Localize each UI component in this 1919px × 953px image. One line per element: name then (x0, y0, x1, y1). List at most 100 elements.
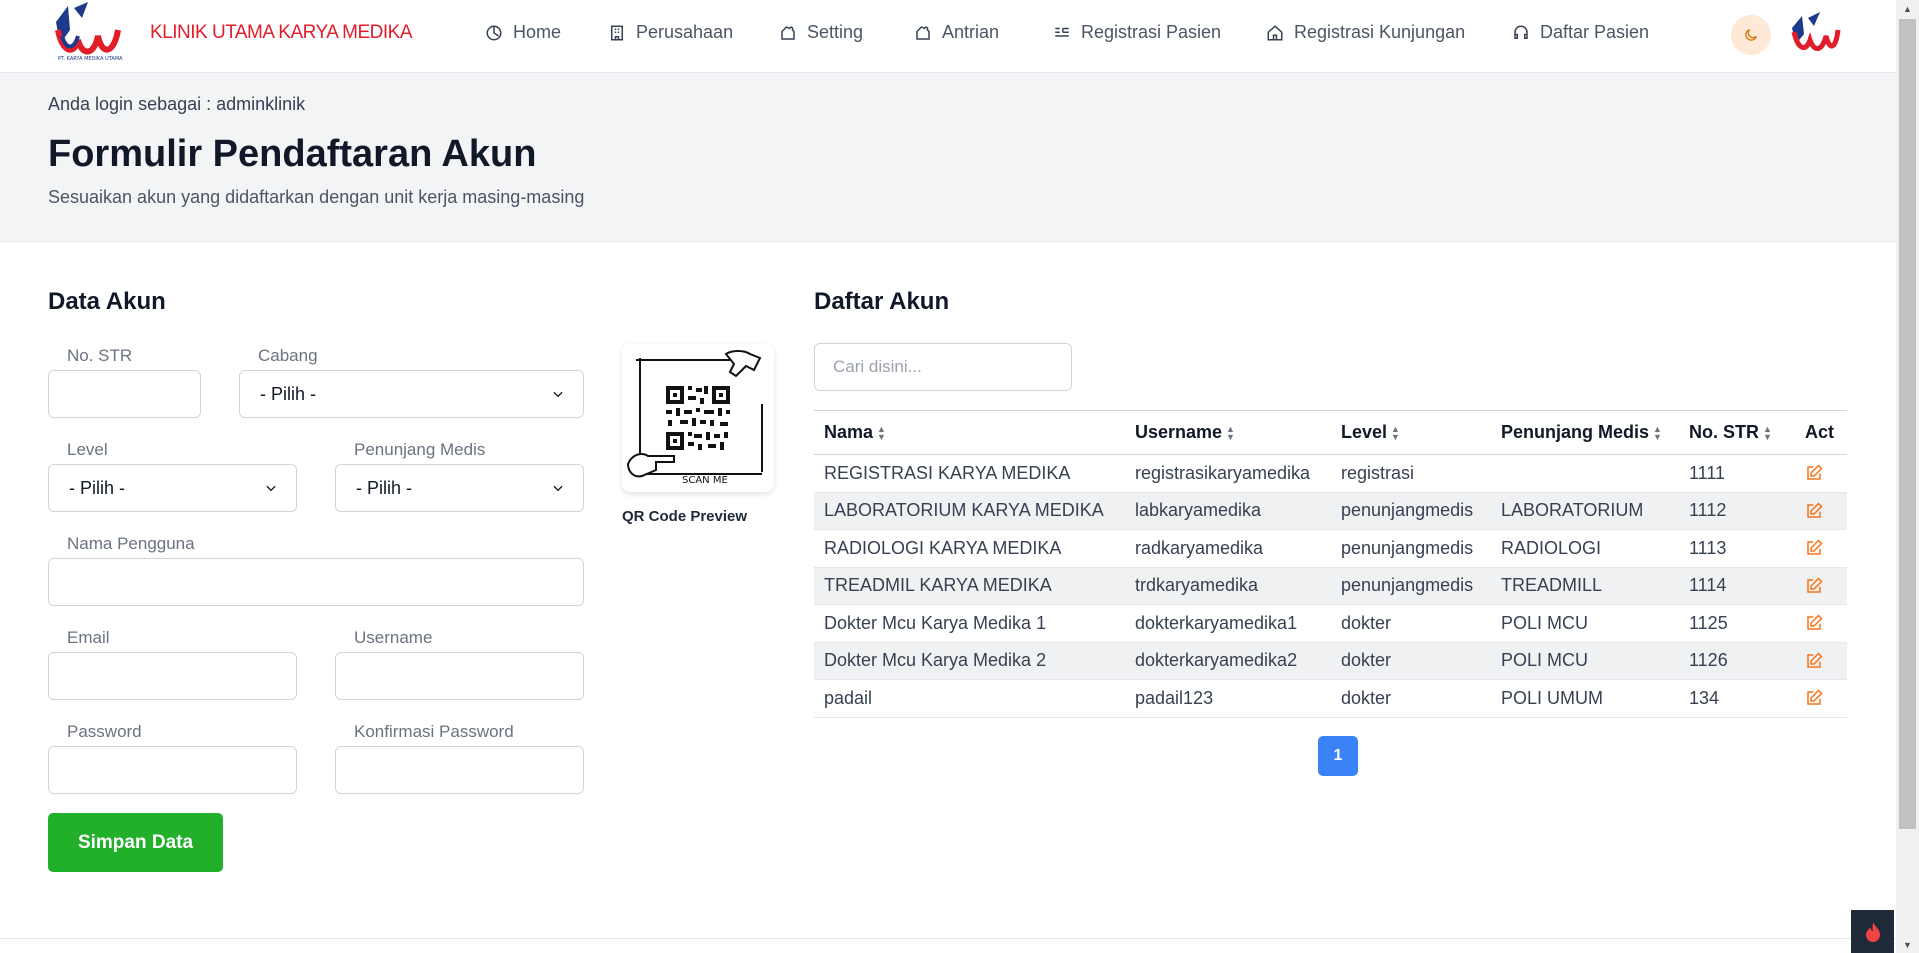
cabang-select[interactable]: - Pilih - (239, 370, 584, 418)
cell-act (1795, 454, 1847, 493)
edit-icon[interactable] (1805, 539, 1823, 557)
building-icon (611, 25, 623, 40)
password-field[interactable] (48, 746, 297, 794)
no-str-input[interactable] (48, 370, 201, 418)
cell-penunjang (1491, 454, 1679, 493)
page-header: Anda login sebagai : adminklinik Formuli… (0, 73, 1896, 242)
level-label: Level (67, 440, 108, 459)
nama-pengguna-label: Nama Pengguna (67, 534, 195, 553)
sort-icon: ▲ ▼ (1226, 424, 1235, 443)
no-str-label: No. STR (67, 346, 133, 365)
cell-username: padail123 (1125, 679, 1331, 718)
cell-nama: padail (814, 679, 1125, 718)
pagination-page-1[interactable]: 1 (1318, 736, 1358, 776)
headset-icon (1514, 25, 1528, 39)
user-avatar[interactable] (1786, 8, 1842, 64)
svg-text:SCAN ME: SCAN ME (682, 475, 728, 486)
table-row: Dokter Mcu Karya Medika 1 dokterkaryamedi… (814, 604, 1847, 643)
cell-act (1795, 642, 1847, 680)
login-info: Anda login sebagai : adminklinik (48, 94, 306, 114)
theme-toggle-button[interactable] (1731, 15, 1771, 55)
cell-no-str: 1125 (1679, 604, 1795, 643)
nav-home[interactable]: Home (485, 22, 561, 43)
cell-nama: REGISTRASI KARYA MEDIKA (814, 454, 1125, 493)
list-icon (1055, 27, 1069, 37)
nav-registrasi-kunjungan[interactable]: Registrasi Kunjungan (1266, 22, 1465, 43)
cell-username: dokterkaryamedika1 (1125, 604, 1331, 643)
cell-level: dokter (1331, 604, 1491, 643)
edit-icon[interactable] (1805, 577, 1823, 595)
table-row: padail padail123 dokter POLI UMUM 134 (814, 679, 1847, 718)
table-row: LABORATORIUM KARYA MEDIKA labkaryamedika p… (814, 492, 1847, 530)
chevron-down-icon (266, 485, 276, 492)
chevron-down-icon (553, 391, 563, 398)
edit-icon[interactable] (1805, 689, 1823, 707)
nama-pengguna-input[interactable] (48, 558, 584, 606)
fire-icon[interactable] (1851, 910, 1894, 953)
clinic-logo-icon: PT. KARYA MEDIKA UTAMA (55, 2, 123, 62)
cell-no-str: 1114 (1679, 567, 1795, 605)
qr-code-label: QR Code Preview (622, 508, 748, 525)
scrollbar[interactable]: ▲ ▼ (1896, 0, 1919, 953)
username-field[interactable] (335, 652, 584, 700)
cell-username: registrasikaryamedika (1125, 454, 1331, 493)
accounts-table: Nama ▲ ▼ Username ▲ ▼ Level ▲ ▼ Penunjang Medi… (814, 410, 1847, 718)
cell-penunjang: RADIOLOGI (1491, 529, 1679, 568)
penunjang-label: Penunjang Medis (354, 440, 486, 459)
scroll-thumb[interactable] (1899, 19, 1916, 829)
col-header-act: Act (1795, 410, 1847, 455)
cell-penunjang: POLI MCU (1491, 604, 1679, 643)
nav-daftar-pasien[interactable]: Daftar Pasien (1512, 22, 1649, 43)
cell-act (1795, 679, 1847, 718)
cell-username: trdkaryamedika (1125, 567, 1331, 605)
penunjang-select[interactable]: - Pilih - (335, 464, 584, 512)
brand[interactable]: PT. KARYA MEDIKA UTAMA (48, 0, 138, 72)
email-field[interactable] (48, 652, 297, 700)
puzzle-icon (781, 25, 795, 40)
nav-perusahaan-label: Perusahaan (636, 22, 734, 42)
cell-penunjang: TREADMILL (1491, 567, 1679, 605)
cell-username: dokterkaryamedika2 (1125, 642, 1331, 680)
cell-level: penunjangmedis (1331, 492, 1491, 530)
brand-name[interactable]: KLINIK UTAMA KARYA MEDIKA (150, 22, 413, 44)
table-row: REGISTRASI KARYA MEDIKA registrasikaryame… (814, 454, 1847, 493)
level-select[interactable]: - Pilih - (48, 464, 297, 512)
col-header-no-str[interactable]: No. STR ▲ ▼ (1679, 410, 1795, 455)
cell-nama: Dokter Mcu Karya Medika 2 (814, 642, 1125, 680)
col-header-penunjang[interactable]: Penunjang Medis ▲ ▼ (1491, 410, 1679, 455)
nav-antrian[interactable]: Antrian (914, 22, 999, 43)
qr-code-preview: SCAN ME (622, 344, 774, 492)
table-header-row: Nama ▲ ▼ Username ▲ ▼ Level ▲ ▼ Penunjang Medi… (814, 410, 1847, 455)
chevron-down-icon (553, 485, 563, 492)
col-header-nama[interactable]: Nama ▲ ▼ (814, 410, 1125, 455)
konfirmasi-password-field[interactable] (335, 746, 584, 794)
nav-setting[interactable]: Setting (779, 22, 863, 43)
cell-nama: LABORATORIUM KARYA MEDIKA (814, 492, 1125, 530)
password-label: Password (67, 722, 142, 741)
scroll-up-arrow-icon[interactable]: ▲ (1896, 0, 1919, 17)
cell-no-str: 1113 (1679, 529, 1795, 568)
cell-no-str: 1111 (1679, 454, 1795, 493)
clock-icon (486, 25, 502, 40)
col-header-username[interactable]: Username ▲ ▼ (1125, 410, 1331, 455)
table-title: Daftar Akun (814, 288, 950, 315)
nav-registrasi-pasien[interactable]: Registrasi Pasien (1053, 22, 1221, 43)
edit-icon[interactable] (1805, 502, 1823, 520)
penunjang-select-value: - Pilih - (356, 477, 413, 498)
search-input[interactable] (814, 343, 1072, 391)
edit-icon[interactable] (1805, 652, 1823, 670)
moon-icon (1745, 29, 1757, 41)
page: PT. KARYA MEDIKA UTAMA KLINIK UTAMA KARY… (0, 0, 1919, 953)
edit-icon[interactable] (1805, 614, 1823, 632)
col-header-level[interactable]: Level ▲ ▼ (1331, 410, 1491, 455)
footer-divider (0, 938, 1896, 939)
level-select-value: - Pilih - (69, 477, 126, 498)
nav-perusahaan[interactable]: Perusahaan (608, 22, 733, 43)
nav-setting-label: Setting (807, 22, 864, 42)
cell-level: dokter (1331, 642, 1491, 680)
scroll-down-arrow-icon[interactable]: ▼ (1896, 936, 1919, 953)
save-button[interactable]: Simpan Data (48, 813, 223, 872)
sort-icon: ▲ ▼ (1653, 424, 1662, 443)
edit-icon[interactable] (1805, 464, 1823, 482)
cell-nama: RADIOLOGI KARYA MEDIKA (814, 529, 1125, 568)
